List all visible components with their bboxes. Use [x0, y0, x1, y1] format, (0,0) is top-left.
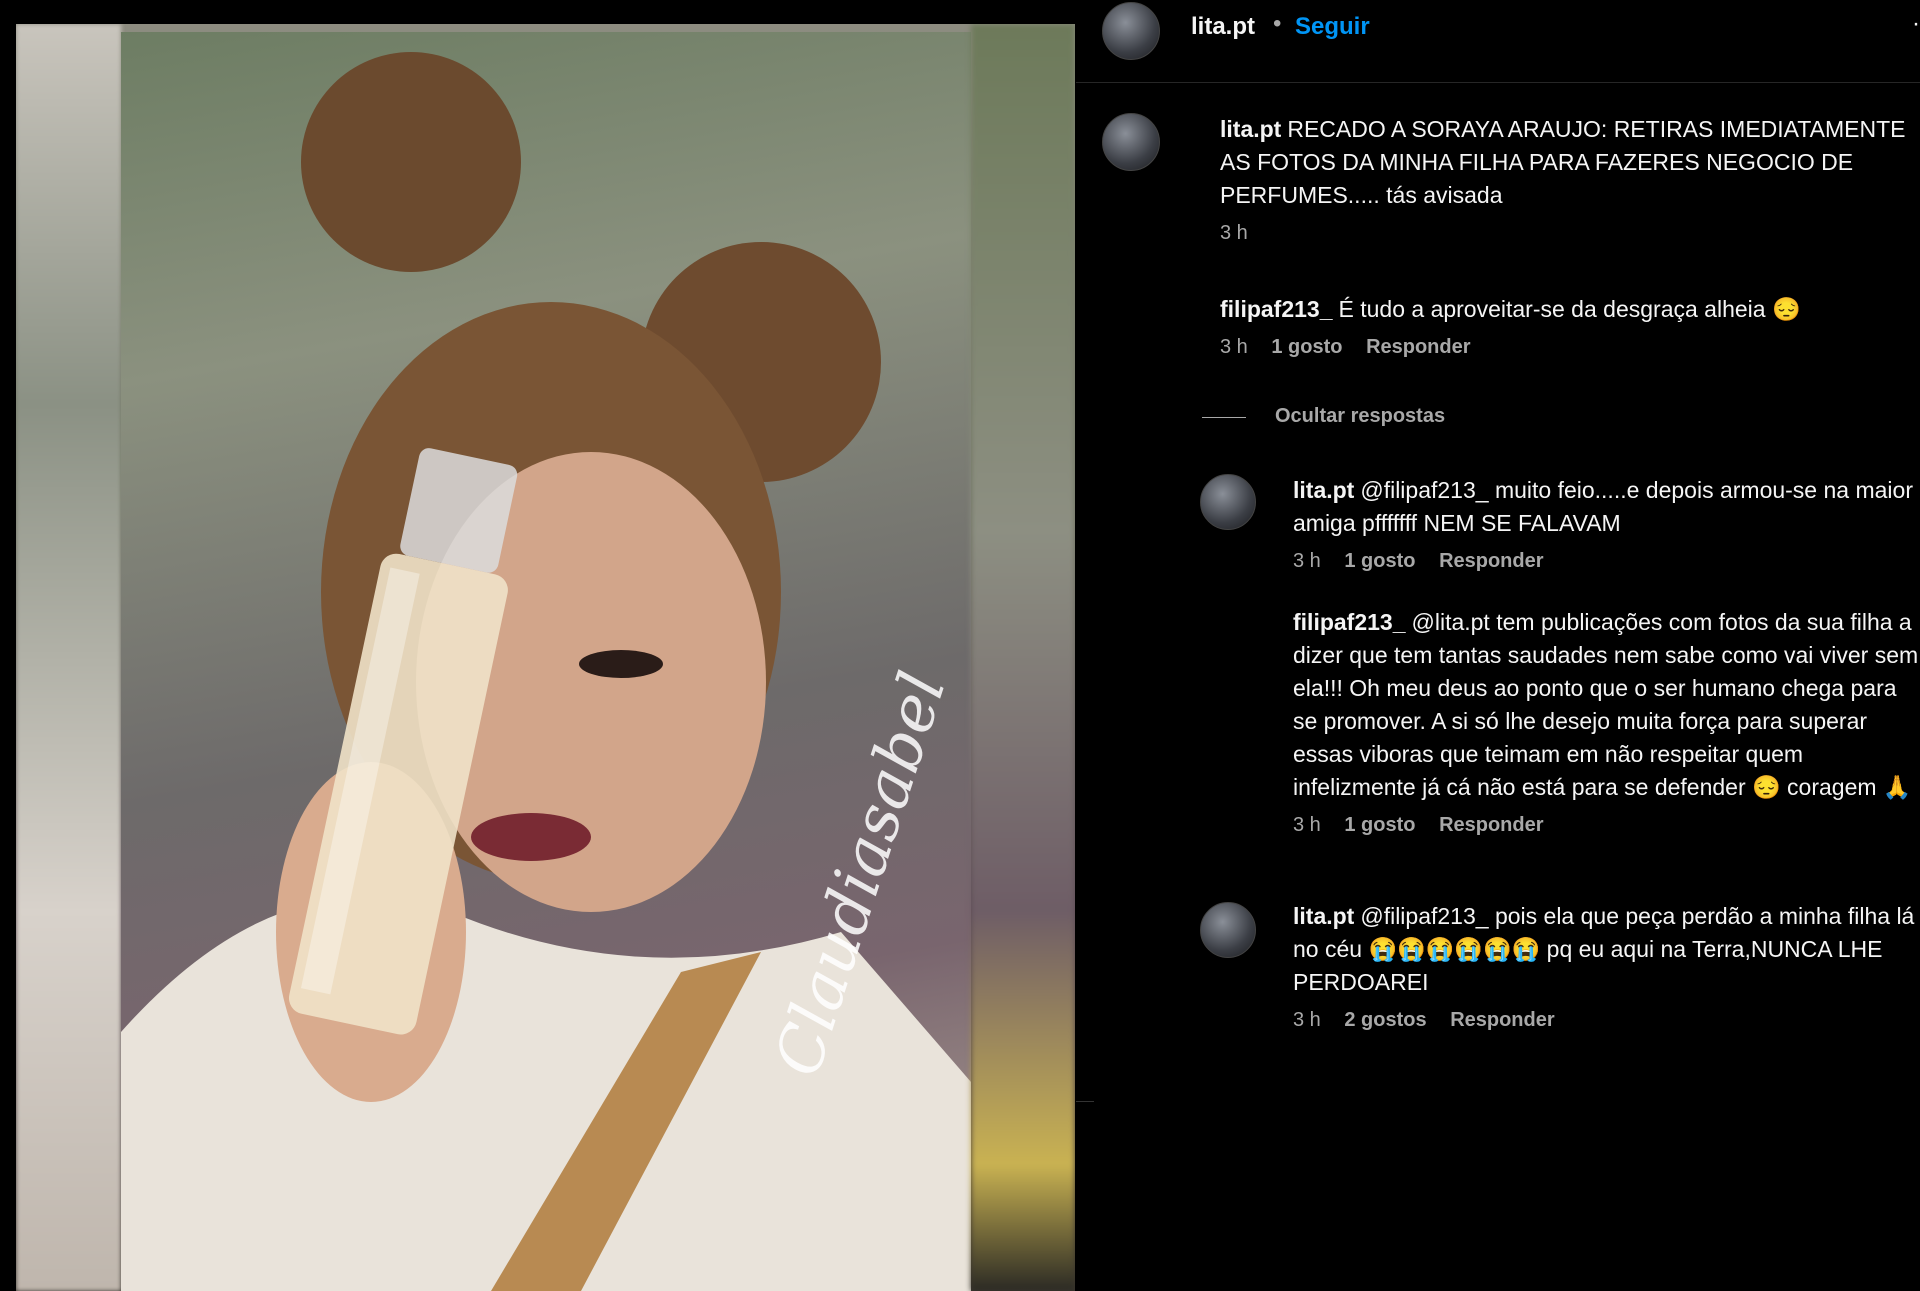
comment-meta: 3 h 1 gosto Responder — [1293, 550, 1920, 573]
avatar[interactable] — [1200, 474, 1256, 530]
avatar[interactable] — [1102, 2, 1160, 60]
hide-replies-button[interactable]: Ocultar respostas — [1275, 405, 1445, 428]
comment-meta: 3 h 2 gostos Responder — [1293, 1009, 1920, 1032]
reply-button[interactable]: Responder — [1439, 814, 1543, 836]
photo-blur-right — [971, 24, 1075, 1291]
reply-button[interactable]: Responder — [1439, 550, 1543, 572]
comment-time[interactable]: 3 h — [1293, 814, 1321, 836]
comment-time[interactable]: 3 h — [1293, 1009, 1321, 1031]
comment-username[interactable]: lita.pt — [1293, 903, 1354, 929]
comment-likes[interactable]: 2 gostos — [1344, 1009, 1426, 1031]
reply-button[interactable]: Responder — [1450, 1009, 1554, 1031]
follow-button[interactable]: Seguir — [1295, 13, 1370, 41]
comment-body: @lita.pt tem publicações com fotos da su… — [1293, 609, 1919, 800]
comment-body: RECADO A SORAYA ARAUJO: RETIRAS IMEDIATA… — [1220, 116, 1906, 208]
comment-item: filipaf213_ É tudo a aproveitar-se da des… — [1220, 293, 1920, 359]
comment-text: lita.pt @filipaf213_ muito feio.....e dep… — [1293, 474, 1920, 540]
comment-username[interactable]: filipaf213_ — [1220, 296, 1333, 322]
comment-time[interactable]: 3 h — [1293, 550, 1321, 572]
avatar[interactable] — [1102, 113, 1160, 171]
comment-body: @filipaf213_ muito feio.....e depois arm… — [1293, 477, 1913, 536]
photo-inner: Claudiasabel — [121, 32, 971, 1291]
comment-text: lita.pt @filipaf213_ pois ela que peça pe… — [1293, 900, 1920, 999]
comment-text: lita.pt RECADO A SORAYA ARAUJO: RETIRAS I… — [1220, 113, 1920, 212]
header-separator: • — [1273, 10, 1282, 37]
photo-illustration — [121, 52, 971, 1291]
post-header: lita.pt • Seguir · — [1076, 0, 1920, 83]
comment-username[interactable]: lita.pt — [1293, 477, 1354, 503]
comment-likes[interactable]: 1 gosto — [1344, 814, 1415, 836]
comment-likes[interactable]: 1 gosto — [1344, 550, 1415, 572]
hide-replies-line — [1202, 417, 1246, 418]
comment-meta: 3 h — [1220, 222, 1920, 245]
comment-meta: 3 h 1 gosto Responder — [1220, 336, 1920, 359]
post-photo[interactable]: Claudiasabel — [16, 24, 1075, 1291]
comment-username[interactable]: filipaf213_ — [1293, 609, 1406, 635]
comment-username[interactable]: lita.pt — [1220, 116, 1281, 142]
comment-text: filipaf213_ @lita.pt tem publicações com … — [1293, 606, 1920, 804]
comment-time[interactable]: 3 h — [1220, 336, 1248, 358]
comment-likes[interactable]: 1 gosto — [1271, 336, 1342, 358]
photo-blur-left — [16, 24, 121, 1291]
comment-text: filipaf213_ É tudo a aproveitar-se da des… — [1220, 293, 1920, 326]
comment-body: É tudo a aproveitar-se da desgraça alhei… — [1338, 296, 1801, 322]
comment-body: @filipaf213_ pois ela que peça perdão a … — [1293, 903, 1915, 995]
avatar[interactable] — [1200, 902, 1256, 958]
reply-item: filipaf213_ @lita.pt tem publicações com … — [1293, 606, 1920, 837]
post-photo-pane: Claudiasabel — [0, 0, 1075, 1291]
reply-button[interactable]: Responder — [1366, 336, 1470, 358]
divider — [1076, 1101, 1094, 1102]
comment-time[interactable]: 3 h — [1220, 222, 1248, 244]
more-options-icon[interactable]: · — [1912, 10, 1920, 38]
comment-meta: 3 h 1 gosto Responder — [1293, 814, 1920, 837]
header-username[interactable]: lita.pt — [1191, 13, 1255, 41]
